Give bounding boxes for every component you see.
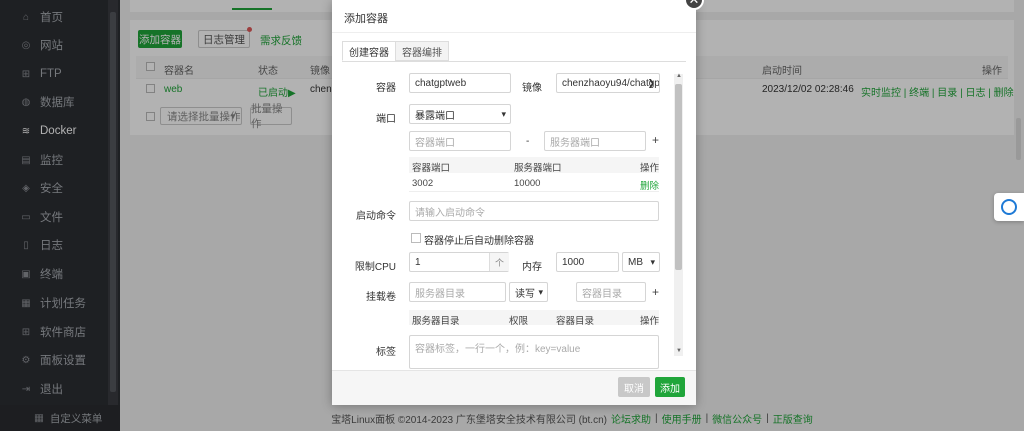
volume-col-perm: 权限 xyxy=(509,316,529,327)
perm-select-value: 读写 xyxy=(515,288,535,300)
tag-label: 标签 xyxy=(376,347,396,358)
port-row-server: 10000 xyxy=(514,178,541,189)
volume-col-container: 容器目录 xyxy=(556,316,595,327)
port-mode-select[interactable]: 暴露端口 ▾ xyxy=(409,104,511,124)
volume-col-op: 操作 xyxy=(640,316,660,327)
volume-label: 挂载卷 xyxy=(366,292,396,303)
mem-input[interactable]: 1000 xyxy=(556,252,619,272)
mem-unit-value: MB xyxy=(628,256,643,268)
image-label: 镜像 xyxy=(522,83,542,94)
port-label: 端口 xyxy=(376,114,396,125)
port-col-container: 容器端口 xyxy=(412,163,451,174)
port-row-delete[interactable]: 删除 xyxy=(640,178,659,192)
scroll-down-icon[interactable]: ▼ xyxy=(676,348,682,354)
tab-compose[interactable]: 容器编排 xyxy=(395,41,449,61)
chevron-down-icon: ❯ xyxy=(647,78,655,88)
cpu-input-value: 1 xyxy=(415,256,421,268)
chevron-down-icon: ▾ xyxy=(650,257,655,267)
add-port-icon[interactable]: + xyxy=(652,133,659,147)
cmd-input[interactable]: 请输入启动命令 xyxy=(409,201,659,221)
volume-col-server: 服务器目录 xyxy=(412,316,460,327)
container-label: 容器 xyxy=(376,83,396,94)
auto-remove-checkbox[interactable] xyxy=(411,233,421,243)
add-button[interactable]: 添加 xyxy=(655,377,685,397)
add-container-dialog: 添加容器 创建容器 容器编排 容器 chatgptweb 镜像 chenzhao… xyxy=(332,0,696,404)
title-divider xyxy=(332,32,696,33)
dialog-title: 添加容器 xyxy=(344,13,388,25)
server-port-input[interactable]: 服务器端口 xyxy=(544,131,646,151)
mem-label: 内存 xyxy=(522,262,542,273)
chevron-down-icon: ▾ xyxy=(538,287,543,297)
dialog-scroll-thumb[interactable] xyxy=(675,84,682,270)
mem-unit-select[interactable]: MB ▾ xyxy=(622,252,660,272)
tab-divider xyxy=(342,61,686,62)
cmd-label: 启动命令 xyxy=(356,211,396,222)
server-dir-input[interactable]: 服务器目录 xyxy=(409,282,506,302)
add-volume-icon[interactable]: + xyxy=(652,285,659,299)
port-col-op: 操作 xyxy=(640,163,660,174)
scroll-up-icon[interactable]: ▲ xyxy=(676,73,682,79)
page-scrollbar-thumb[interactable] xyxy=(1016,118,1021,160)
image-select-value: chenzhaoyu94/chatgp xyxy=(562,77,660,89)
image-select[interactable]: chenzhaoyu94/chatgp ❯ xyxy=(556,73,660,93)
port-mode-value: 暴露端口 xyxy=(415,110,455,122)
tab-create-container[interactable]: 创建容器 xyxy=(342,41,396,61)
cancel-button[interactable]: 取消 xyxy=(618,377,650,397)
port-dash: - xyxy=(526,136,530,147)
port-col-server: 服务器端口 xyxy=(514,163,562,174)
assistant-icon xyxy=(1001,199,1017,215)
assistant-float-button[interactable] xyxy=(994,193,1024,221)
container-dir-input[interactable]: 容器目录 xyxy=(576,282,646,302)
perm-select[interactable]: 读写 ▾ xyxy=(509,282,548,302)
tag-textarea[interactable]: 容器标签，一行一个，例：key=value xyxy=(409,335,659,369)
cpu-label: 限制CPU xyxy=(354,262,396,273)
auto-remove-label: 容器停止后自动删除容器 xyxy=(424,236,534,247)
chevron-down-icon: ▾ xyxy=(501,109,506,119)
port-row-container: 3002 xyxy=(412,178,434,189)
container-port-input[interactable]: 容器端口 xyxy=(409,131,511,151)
